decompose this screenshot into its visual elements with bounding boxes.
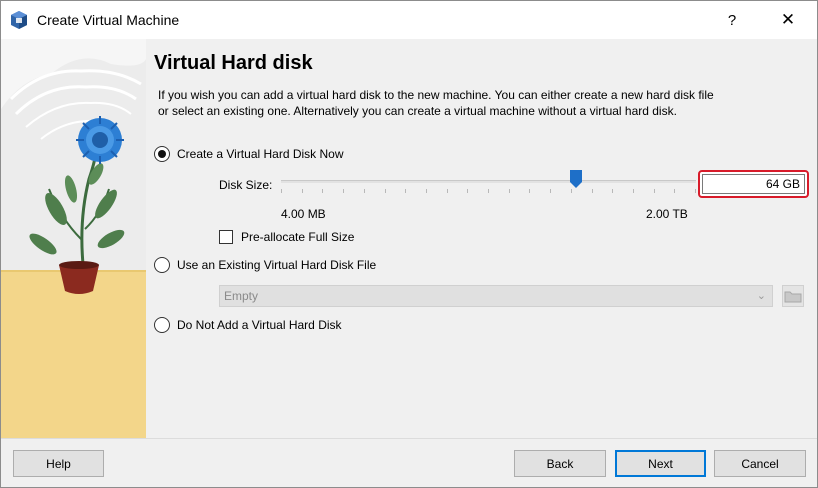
slider-tick <box>302 189 303 193</box>
preallocate-label: Pre-allocate Full Size <box>241 230 355 244</box>
virtualbox-icon <box>11 11 27 29</box>
slider-tick <box>343 189 344 193</box>
no-disk-label: Do Not Add a Virtual Hard Disk <box>177 318 342 332</box>
slider-tick <box>695 189 696 193</box>
no-disk-radio[interactable] <box>154 317 170 333</box>
disk-size-min-label: 4.00 MB <box>281 207 326 221</box>
chevron-down-icon: ⌄ <box>756 290 766 302</box>
existing-disk-select[interactable]: Empty ⌄ <box>219 285 773 307</box>
preallocate-checkbox[interactable] <box>219 230 233 244</box>
page-title: Virtual Hard disk <box>154 52 313 74</box>
slider-tick <box>488 189 489 193</box>
button-bar: Help Back Next Cancel <box>1 438 817 487</box>
slider-tick <box>426 189 427 193</box>
slider-tick <box>281 189 282 193</box>
slider-tick <box>322 189 323 193</box>
slider-tick <box>550 189 551 193</box>
slider-tick <box>654 189 655 193</box>
plant-illustration <box>1 39 146 438</box>
page-description: If you wish you can add a virtual hard d… <box>158 88 714 118</box>
back-button[interactable]: Back <box>514 450 606 477</box>
disk-size-label: Disk Size: <box>219 178 273 192</box>
use-existing-disk-radio[interactable] <box>154 257 170 273</box>
disk-size-highlight <box>698 170 809 198</box>
wizard-illustration <box>1 39 146 438</box>
cancel-button[interactable]: Cancel <box>714 450 806 477</box>
slider-tick <box>529 189 530 193</box>
slider-tick <box>612 189 613 193</box>
slider-tick <box>571 189 572 193</box>
slider-track <box>281 180 696 183</box>
no-disk-option[interactable]: Do Not Add a Virtual Hard Disk <box>154 317 342 333</box>
slider-tick <box>467 189 468 193</box>
slider-tick <box>592 189 593 193</box>
slider-tick <box>364 189 365 193</box>
slider-tick <box>509 189 510 193</box>
help-button[interactable]: Help <box>13 450 104 477</box>
use-existing-disk-option[interactable]: Use an Existing Virtual Hard Disk File <box>154 257 376 273</box>
wizard-content: Virtual Hard disk If you wish you can ad… <box>146 39 817 438</box>
create-new-disk-label: Create a Virtual Hard Disk Now <box>177 147 344 161</box>
create-new-disk-radio[interactable] <box>154 146 170 162</box>
close-window-button[interactable]: ✕ <box>765 1 811 39</box>
disk-size-max-label: 2.00 TB <box>646 207 688 221</box>
slider-tick <box>385 189 386 193</box>
slider-tick <box>633 189 634 193</box>
window-title: Create Virtual Machine <box>37 12 180 28</box>
title-bar: Create Virtual Machine ? ✕ <box>1 1 817 39</box>
use-existing-disk-label: Use an Existing Virtual Hard Disk File <box>177 258 377 272</box>
create-new-disk-option[interactable]: Create a Virtual Hard Disk Now <box>154 146 344 162</box>
folder-icon[interactable] <box>782 285 804 307</box>
slider-thumb[interactable] <box>570 170 582 188</box>
slider-tick <box>405 189 406 193</box>
next-button[interactable]: Next <box>615 450 706 477</box>
slider-tick <box>674 189 675 193</box>
slider-tick <box>447 189 448 193</box>
help-title-button[interactable]: ? <box>709 1 755 39</box>
disk-size-input[interactable] <box>702 174 805 194</box>
existing-disk-value: Empty <box>224 289 259 303</box>
create-vm-dialog: Create Virtual Machine ? ✕ Virtual Hard … <box>0 0 818 488</box>
disk-size-slider[interactable] <box>281 172 696 196</box>
preallocate-option[interactable]: Pre-allocate Full Size <box>219 230 354 244</box>
